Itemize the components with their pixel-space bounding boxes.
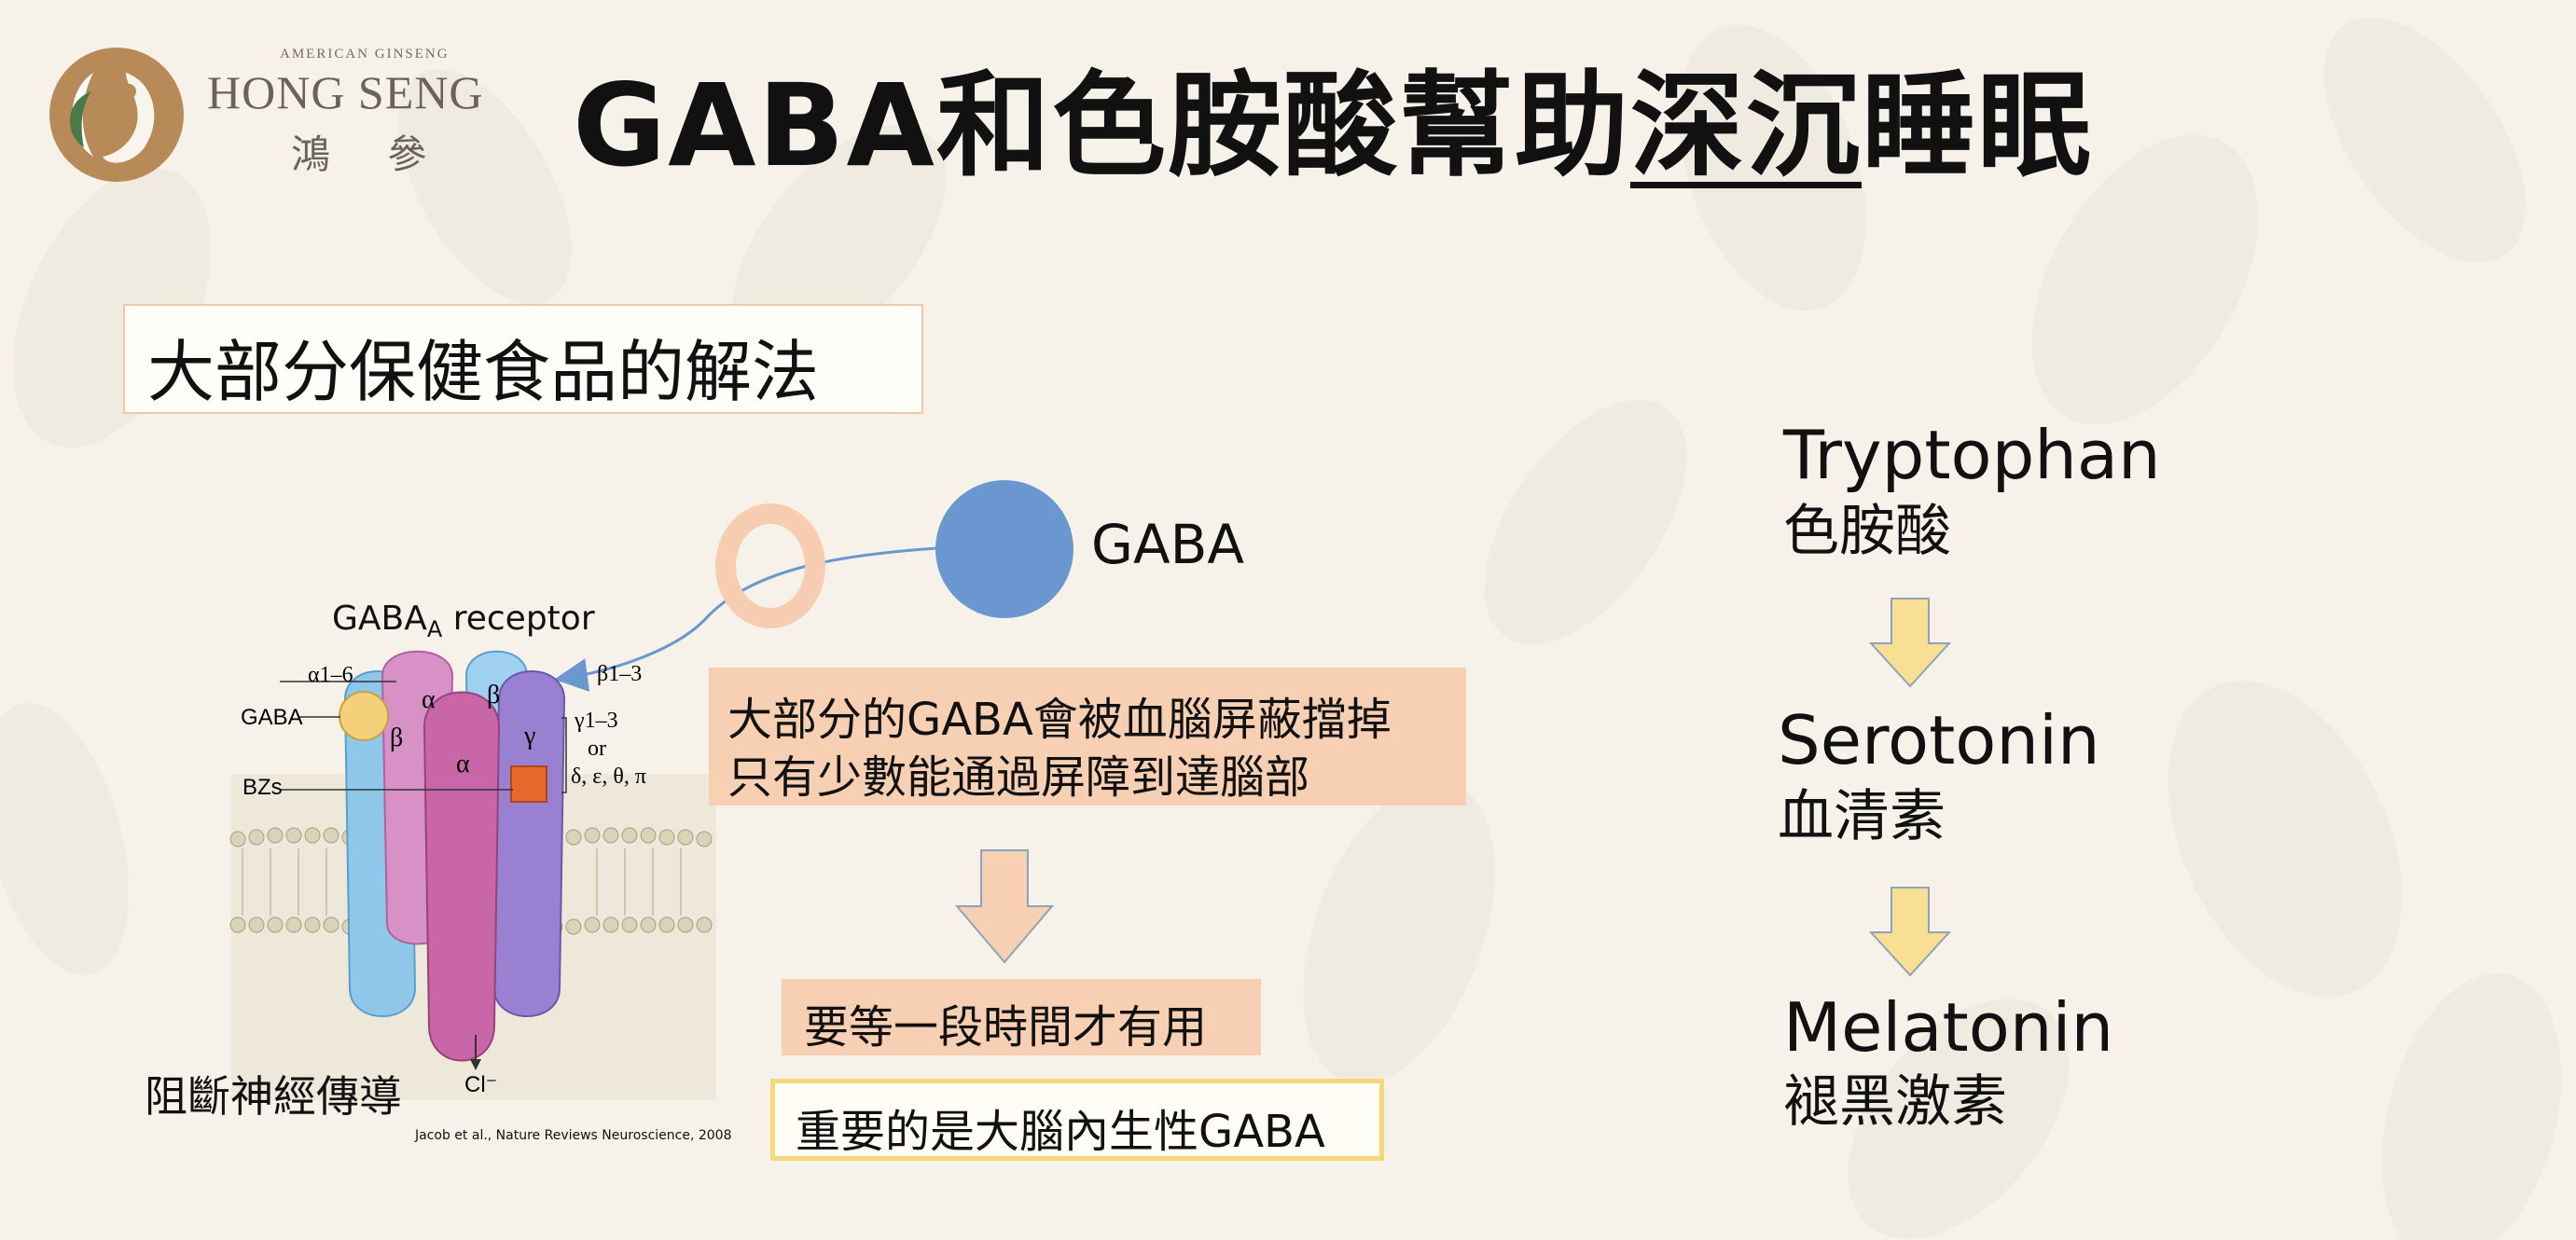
subunit-beta-left: β [390, 723, 403, 752]
subunit-alpha-top: α [422, 685, 436, 714]
key-point-text: 重要的是大腦內生性GABA [796, 1106, 1325, 1158]
label-gamma-range: γ1–3 [574, 709, 618, 733]
pathway-serotonin-cn: 血清素 [1778, 784, 1946, 849]
title-underlined: 深沉 [1629, 60, 1862, 192]
title-part-2: 睡眠 [1861, 60, 2093, 192]
pathway-arrow-2 [1869, 887, 1951, 977]
pathway-serotonin-en: Serotonin [1778, 701, 2100, 779]
subunit-beta-top: β [487, 681, 500, 710]
pathway-tryptophan-en: Tryptophan [1783, 416, 2161, 494]
receptor-title-suffix: receptor [442, 599, 595, 638]
key-point-note: 重要的是大腦內生性GABA [770, 1079, 1384, 1161]
logo-chinese-name: 鴻 參 [291, 131, 450, 177]
blood-brain-barrier-note: 大部分的GABA會被血腦屏蔽擋掉 只有少數能通過屏障到達腦部 [709, 668, 1466, 806]
label-gaba-site: GABA [241, 705, 303, 730]
label-chloride: Cl⁻ [464, 1072, 497, 1097]
receptor-title-prefix: GABA [332, 599, 427, 638]
wait-note: 要等一段時間才有用 [782, 979, 1261, 1055]
label-alpha-range: α1–6 [308, 663, 353, 687]
note-line-1: 大部分的GABA會被血腦屏蔽擋掉 [727, 694, 1392, 746]
slide-title: GABA和色胺酸幫助深沉睡眠 [573, 58, 2093, 194]
label-bzs-site: BZs [242, 775, 283, 800]
figure-citation: Jacob et al., Nature Reviews Neuroscienc… [415, 1128, 732, 1143]
label-other-subunits: δ, ε, θ, π [571, 765, 646, 789]
pathway-tryptophan-cn: 色胺酸 [1783, 499, 1951, 564]
title-part-1: GABA和色胺酸幫助 [573, 60, 1630, 192]
section-label: 大部分保健食品的解法 [147, 333, 820, 411]
pathway-melatonin-cn: 褪黑激素 [1783, 1069, 2007, 1135]
pathway-arrow-1 [1869, 598, 1951, 688]
receptor-title-subscript: A [426, 616, 443, 643]
gaba-molecule-label: GABA [1091, 513, 1245, 576]
logo-brand-name: HONG SENG [207, 66, 484, 118]
subunit-alpha-center: α [456, 750, 470, 778]
label-beta-range: β1–3 [597, 662, 642, 686]
note-line-2: 只有少數能通過屏障到達腦部 [727, 751, 1310, 804]
receptor-title: GABAA receptor [332, 599, 595, 642]
label-or: or [588, 737, 606, 761]
logo-tagline: AMERICAN GINSENG [280, 47, 450, 62]
down-arrow-peach [954, 849, 1055, 964]
hongseng-logo [49, 48, 184, 182]
subunit-gamma: γ [523, 722, 535, 751]
wait-note-text: 要等一段時間才有用 [804, 1001, 1208, 1054]
receptor-caption: 阻斷神經傳導 [145, 1071, 402, 1122]
pathway-melatonin-en: Melatonin [1783, 988, 2114, 1067]
